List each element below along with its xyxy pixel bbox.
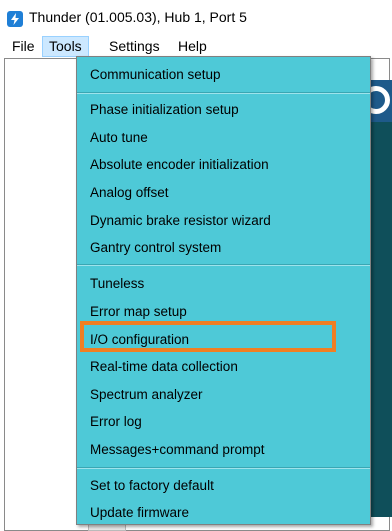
- menu-item-dynamic-brake-resistor-wizard[interactable]: Dynamic brake resistor wizard: [90, 210, 271, 232]
- title-bar: Thunder (01.005.03), Hub 1, Port 5: [0, 0, 392, 36]
- menu-item-error-map-setup[interactable]: Error map setup: [90, 301, 187, 323]
- tools-dropdown-menu: Communication setup Phase initialization…: [76, 56, 371, 525]
- menu-help[interactable]: Help: [172, 36, 213, 57]
- io-configuration-highlight: [80, 321, 336, 352]
- menu-settings[interactable]: Settings: [103, 36, 166, 57]
- menu-item-analog-offset[interactable]: Analog offset: [90, 182, 169, 204]
- background-panel: [371, 122, 392, 517]
- menu-item-spectrum-analyzer[interactable]: Spectrum analyzer: [90, 384, 203, 406]
- thunder-app-icon: [7, 11, 23, 27]
- menu-item-update-firmware[interactable]: Update firmware: [90, 502, 189, 524]
- menu-item-set-to-factory-default[interactable]: Set to factory default: [90, 475, 214, 497]
- menu-item-gantry-control-system[interactable]: Gantry control system: [90, 237, 221, 259]
- menu-item-real-time-data-collection[interactable]: Real-time data collection: [90, 356, 238, 378]
- menu-item-error-log[interactable]: Error log: [90, 411, 142, 433]
- menu-separator: [77, 92, 370, 94]
- menu-item-tuneless[interactable]: Tuneless: [90, 273, 144, 295]
- menu-separator: [77, 264, 370, 266]
- gear-logo-icon: [371, 86, 390, 114]
- menu-item-absolute-encoder-initialization[interactable]: Absolute encoder initialization: [90, 154, 269, 176]
- menu-item-auto-tune[interactable]: Auto tune: [90, 127, 148, 149]
- menu-item-communication-setup[interactable]: Communication setup: [90, 64, 221, 86]
- menu-gutter: [77, 57, 85, 524]
- menu-tools[interactable]: Tools: [42, 36, 89, 57]
- window-title: Thunder (01.005.03), Hub 1, Port 5: [29, 9, 247, 25]
- menu-separator: [77, 467, 370, 469]
- logo-fragment: [371, 80, 392, 122]
- menu-bar: File Tools Settings Help: [0, 36, 392, 57]
- menu-file[interactable]: File: [6, 36, 41, 57]
- menu-item-messages-command-prompt[interactable]: Messages+command prompt: [90, 439, 264, 461]
- menu-item-phase-initialization-setup[interactable]: Phase initialization setup: [90, 99, 239, 121]
